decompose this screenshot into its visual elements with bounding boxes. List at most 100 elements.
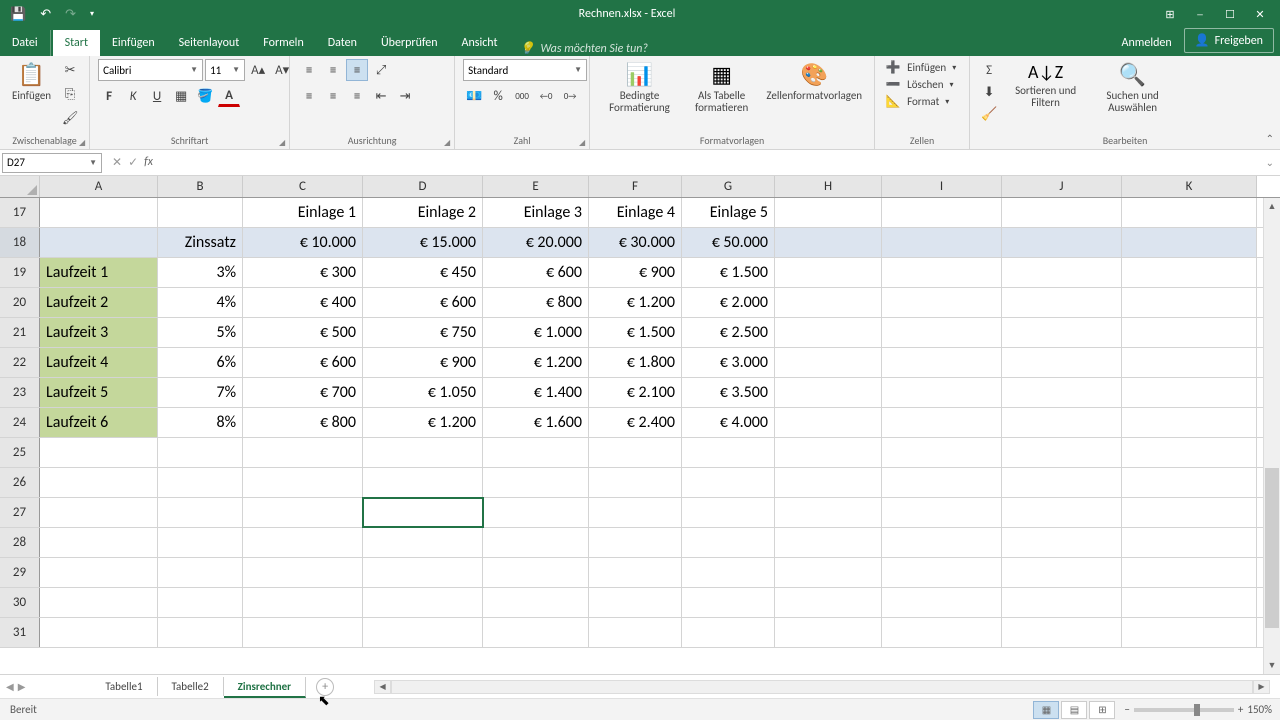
font-launcher-icon[interactable]: ◢ — [279, 138, 285, 148]
cell[interactable] — [882, 258, 1002, 287]
clipboard-launcher-icon[interactable]: ◢ — [79, 138, 85, 148]
col-header[interactable]: J — [1002, 176, 1122, 197]
cell[interactable] — [1122, 528, 1257, 557]
row-header[interactable]: 31 — [0, 618, 40, 647]
cell[interactable] — [1122, 228, 1257, 257]
cell[interactable] — [775, 528, 882, 557]
zoom-in-icon[interactable]: + — [1238, 703, 1243, 716]
formula-input[interactable] — [161, 153, 1260, 173]
tab-file[interactable]: Datei — [0, 30, 51, 56]
cell[interactable] — [682, 528, 775, 557]
chevron-down-icon[interactable]: ▼ — [570, 65, 586, 75]
cell[interactable] — [1002, 468, 1122, 497]
add-sheet-button[interactable]: + — [316, 678, 334, 696]
row-header[interactable]: 22 — [0, 348, 40, 377]
tab-data[interactable]: Daten — [316, 30, 369, 56]
cell[interactable] — [158, 498, 243, 527]
cell[interactable] — [1002, 348, 1122, 377]
autosum-icon[interactable]: Σ — [978, 59, 1000, 81]
cell[interactable] — [40, 528, 158, 557]
tell-me-search[interactable]: 💡 Was möchten Sie tun? — [510, 41, 658, 56]
close-icon[interactable]: ✕ — [1248, 5, 1272, 23]
find-select-button[interactable]: 🔍Suchen und Auswählen — [1091, 59, 1174, 116]
horizontal-scrollbar[interactable]: ◀ ▶ — [374, 680, 1270, 694]
minimize-icon[interactable]: ─ — [1188, 5, 1212, 23]
cell[interactable] — [882, 228, 1002, 257]
row-header[interactable]: 27 — [0, 498, 40, 527]
tab-home[interactable]: Start — [53, 30, 100, 56]
sheet-nav-prev-icon[interactable]: ◀ — [6, 680, 14, 693]
cell[interactable] — [775, 318, 882, 347]
cell[interactable]: 6% — [158, 348, 243, 377]
cell[interactable]: € 1.500 — [682, 258, 775, 287]
number-format-input[interactable] — [464, 64, 570, 77]
ribbon-options-icon[interactable]: ⊞ — [1158, 5, 1182, 23]
cell[interactable] — [1002, 288, 1122, 317]
cell[interactable] — [775, 288, 882, 317]
cell[interactable]: € 700 — [243, 378, 363, 407]
cell[interactable] — [1002, 618, 1122, 647]
format-cells-button[interactable]: 📐Format▾ — [883, 93, 958, 110]
font-size-select[interactable]: ▼ — [205, 59, 245, 81]
cell[interactable]: Einlage 5 — [682, 198, 775, 227]
row-header[interactable]: 28 — [0, 528, 40, 557]
clear-icon[interactable]: 🧹 — [978, 103, 1000, 125]
cell[interactable] — [682, 558, 775, 587]
cell[interactable] — [158, 468, 243, 497]
cell[interactable] — [158, 438, 243, 467]
scroll-down-icon[interactable]: ▼ — [1264, 657, 1280, 674]
cell[interactable] — [243, 528, 363, 557]
cell[interactable] — [1002, 378, 1122, 407]
cell[interactable]: € 1.500 — [589, 318, 682, 347]
cell[interactable] — [1002, 558, 1122, 587]
cell[interactable]: € 900 — [363, 348, 483, 377]
cell[interactable]: Laufzeit 5 — [40, 378, 158, 407]
cell[interactable] — [1002, 408, 1122, 437]
col-header[interactable]: C — [243, 176, 363, 197]
cell[interactable] — [243, 468, 363, 497]
cell[interactable] — [775, 438, 882, 467]
signin-button[interactable]: Anmelden — [1110, 30, 1184, 56]
cell[interactable]: € 600 — [243, 348, 363, 377]
cell[interactable]: € 1.050 — [363, 378, 483, 407]
cell[interactable] — [1122, 558, 1257, 587]
cell[interactable]: € 3.500 — [682, 378, 775, 407]
cell[interactable]: € 800 — [243, 408, 363, 437]
normal-view-icon[interactable]: ▦ — [1033, 701, 1059, 719]
redo-icon[interactable]: ↷ — [65, 7, 76, 22]
cell[interactable] — [882, 348, 1002, 377]
chevron-down-icon[interactable]: ▼ — [186, 65, 202, 75]
cell[interactable] — [682, 468, 775, 497]
cell[interactable]: € 30.000 — [589, 228, 682, 257]
cell[interactable] — [158, 558, 243, 587]
row-header[interactable]: 19 — [0, 258, 40, 287]
cell[interactable]: Laufzeit 4 — [40, 348, 158, 377]
cell[interactable] — [775, 558, 882, 587]
cell[interactable] — [775, 198, 882, 227]
sort-filter-button[interactable]: A↓ZSortieren und Filtern — [1004, 59, 1087, 111]
cell[interactable]: Einlage 4 — [589, 198, 682, 227]
cell[interactable] — [40, 588, 158, 617]
comma-format-icon[interactable]: 000 — [511, 85, 533, 107]
row-header[interactable]: 23 — [0, 378, 40, 407]
cell[interactable] — [775, 228, 882, 257]
cell[interactable] — [1122, 618, 1257, 647]
cell[interactable] — [243, 588, 363, 617]
cell[interactable] — [775, 498, 882, 527]
cell[interactable] — [483, 528, 589, 557]
increase-font-icon[interactable]: A▴ — [247, 59, 269, 81]
align-center-icon[interactable]: ≡ — [322, 85, 344, 107]
underline-icon[interactable]: U — [146, 85, 168, 107]
cell[interactable] — [158, 618, 243, 647]
cell[interactable] — [775, 258, 882, 287]
cell[interactable]: € 2.000 — [682, 288, 775, 317]
cell[interactable]: € 1.800 — [589, 348, 682, 377]
cell[interactable] — [1122, 438, 1257, 467]
italic-icon[interactable]: K — [122, 85, 144, 107]
zoom-out-icon[interactable]: − — [1124, 703, 1129, 716]
align-bottom-icon[interactable]: ≡ — [346, 59, 368, 81]
insert-cells-button[interactable]: ➕Einfügen▾ — [883, 59, 958, 76]
cell[interactable] — [40, 468, 158, 497]
cell[interactable]: 7% — [158, 378, 243, 407]
cell[interactable] — [40, 618, 158, 647]
